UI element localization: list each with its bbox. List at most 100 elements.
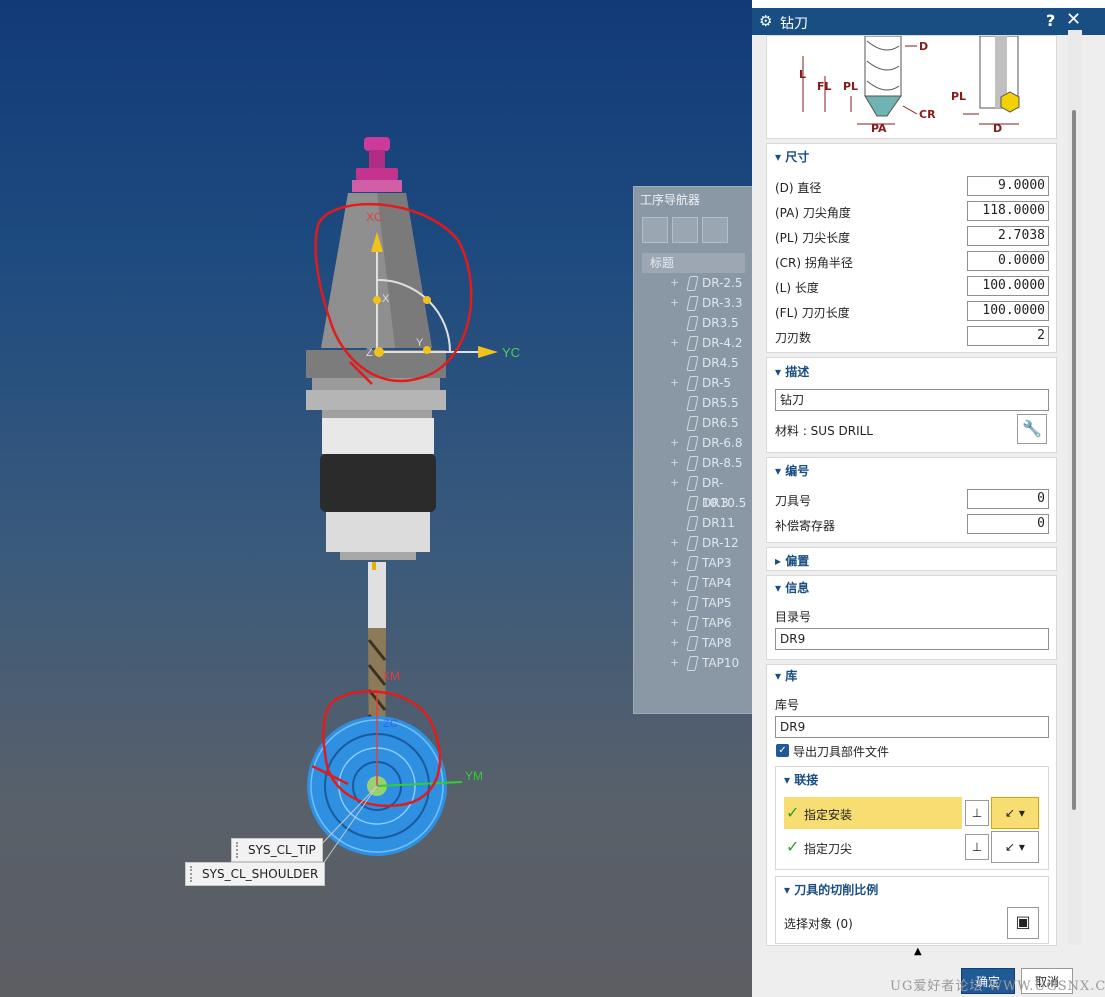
- dimension-label: 刀刃数: [775, 331, 812, 345]
- navigator-row[interactable]: + TAP6: [642, 613, 745, 633]
- drill-tool-icon: [686, 456, 699, 471]
- navigator-row[interactable]: + DR-2.5: [642, 273, 745, 293]
- drill-tool-icon: [686, 656, 699, 671]
- close-button[interactable]: ✕: [1066, 9, 1081, 30]
- library-number-input[interactable]: DR9: [775, 716, 1049, 738]
- navigator-row[interactable]: DR4.5: [642, 353, 745, 373]
- navigator-row[interactable]: + DR-3.3: [642, 293, 745, 313]
- scrollbar-thumb[interactable]: [1072, 110, 1076, 810]
- yc-axis-arrow[interactable]: [478, 346, 498, 358]
- drag-grip-icon[interactable]: [236, 842, 243, 858]
- navigator-row[interactable]: + DR-8.5: [642, 453, 745, 473]
- navigator-row[interactable]: DR6.5: [642, 413, 745, 433]
- csys-dialog-icon[interactable]: ⊥: [965, 800, 989, 826]
- dimensions-section-header[interactable]: ▾ 尺寸: [775, 148, 809, 165]
- drill-dimension-diagram: D L FL PL CR PA PL D: [799, 35, 1020, 135]
- drag-grip-icon[interactable]: [190, 866, 197, 882]
- diagram-label-d-side: D: [993, 122, 1002, 135]
- navigator-row[interactable]: DR10.5: [642, 493, 746, 513]
- drill-tool-icon: [686, 356, 699, 371]
- dimension-input[interactable]: 100.0000: [967, 301, 1049, 321]
- csys-dropdown[interactable]: ↙ ▾: [991, 831, 1039, 863]
- navigator-row[interactable]: + DR-4.2: [642, 333, 745, 353]
- catalog-number-input[interactable]: DR9: [775, 628, 1049, 650]
- info-section-header[interactable]: ▾ 信息: [775, 579, 809, 596]
- dimension-input[interactable]: 100.0000: [967, 276, 1049, 296]
- link-section-header[interactable]: ▾ 联接: [784, 771, 818, 788]
- machine-tool-view-icon[interactable]: [672, 217, 698, 243]
- navigator-tree: + DR-2.5 + DR-3.3 DR3.5 + DR-4.2 DR4.5 + DR-5 DR5.…: [642, 273, 746, 673]
- dimension-label: (CR) 拐角半径: [775, 256, 853, 270]
- expand-icon[interactable]: +: [670, 433, 679, 453]
- drill-tool-icon: [686, 476, 699, 491]
- navigator-row[interactable]: DR3.5: [642, 313, 745, 333]
- export-checkbox[interactable]: ✓: [776, 744, 789, 757]
- navigator-row[interactable]: DR11: [642, 513, 745, 533]
- tool-number-input[interactable]: 0: [967, 489, 1049, 509]
- wrench-icon[interactable]: 🔧: [1017, 414, 1047, 444]
- scroll-up-arrow-icon[interactable]: ▲: [914, 946, 922, 957]
- dialog-scrollbar[interactable]: [1068, 30, 1082, 945]
- navigator-row-label: DR-6.8: [702, 436, 743, 450]
- expand-icon[interactable]: +: [670, 333, 679, 353]
- expand-icon[interactable]: +: [670, 293, 679, 313]
- program-order-view-icon[interactable]: [642, 217, 668, 243]
- operation-navigator[interactable]: 工序导航器 标题 + DR-2.5 + DR-3.3 DR3.5 + DR-4.2 DR4.5…: [633, 186, 754, 714]
- expand-icon[interactable]: +: [670, 553, 679, 573]
- expand-icon[interactable]: +: [670, 373, 679, 393]
- csys-dialog-icon[interactable]: ⊥: [965, 834, 989, 860]
- navigator-row[interactable]: + TAP5: [642, 593, 745, 613]
- diagram-label-cr: CR: [919, 108, 936, 121]
- dialog-title-bar[interactable]: ⚙ 钻刀 ? ✕: [752, 8, 1105, 35]
- origin-handle[interactable]: [374, 347, 384, 357]
- expand-icon[interactable]: +: [670, 573, 679, 593]
- dimension-input[interactable]: 0.0000: [967, 251, 1049, 271]
- dimension-label: (PA) 刀尖角度: [775, 206, 851, 220]
- expand-icon[interactable]: +: [670, 653, 679, 673]
- dialog-title: 钻刀: [780, 16, 808, 32]
- expand-icon[interactable]: +: [670, 593, 679, 613]
- navigator-row[interactable]: + DR-5: [642, 373, 745, 393]
- navigator-row-label: TAP4: [702, 576, 732, 590]
- dimension-label: (PL) 刀尖长度: [775, 231, 851, 245]
- expand-icon[interactable]: +: [670, 473, 679, 493]
- navigator-row[interactable]: + TAP4: [642, 573, 745, 593]
- expand-icon[interactable]: +: [670, 453, 679, 473]
- gear-icon: ⚙: [759, 12, 773, 30]
- cut-ratio-section-header[interactable]: ▾ 刀具的切削比例: [784, 881, 878, 898]
- drill-shank: [368, 562, 386, 628]
- navigator-row[interactable]: + TAP8: [642, 633, 745, 653]
- expand-icon[interactable]: +: [670, 533, 679, 553]
- csys-dropdown[interactable]: ↙ ▾: [991, 797, 1039, 829]
- navigator-row[interactable]: + TAP3: [642, 553, 745, 573]
- sys-cl-tip-tag[interactable]: SYS_CL_TIP: [231, 838, 323, 862]
- specify-mount-label: 指定安装: [804, 808, 853, 822]
- drill-tool-icon: [686, 376, 699, 391]
- dimension-input[interactable]: 2.7038: [967, 226, 1049, 246]
- description-input[interactable]: 钻刀: [775, 389, 1049, 411]
- dimension-input[interactable]: 2: [967, 326, 1049, 346]
- select-object-cube-icon[interactable]: ▣: [1007, 907, 1039, 939]
- navigator-row[interactable]: + DR-12: [642, 533, 745, 553]
- expand-icon[interactable]: +: [670, 613, 679, 633]
- navigator-row-label: TAP3: [702, 556, 732, 570]
- dimension-input[interactable]: 118.0000: [967, 201, 1049, 221]
- comp-register-input[interactable]: 0: [967, 514, 1049, 534]
- navigator-row[interactable]: + DR-6.8: [642, 433, 745, 453]
- offset-section-header[interactable]: ▸ 偏置: [775, 552, 809, 569]
- description-section-header[interactable]: ▾ 描述: [775, 363, 809, 380]
- drill-tool-icon: [686, 596, 699, 611]
- library-section-header[interactable]: ▾ 库: [775, 667, 797, 684]
- sys-cl-shoulder-tag[interactable]: SYS_CL_SHOULDER: [185, 862, 326, 886]
- check-icon: ✓: [786, 837, 800, 856]
- dimension-input[interactable]: 9.0000: [967, 176, 1049, 196]
- expand-icon[interactable]: +: [670, 273, 679, 293]
- help-button[interactable]: ?: [1046, 11, 1055, 30]
- geometry-view-icon[interactable]: [702, 217, 728, 243]
- navigator-row[interactable]: DR5.5: [642, 393, 745, 413]
- navigator-row[interactable]: + TAP10: [642, 653, 745, 673]
- dimension-label: (L) 长度: [775, 281, 819, 295]
- expand-icon[interactable]: +: [670, 633, 679, 653]
- numbering-section-header[interactable]: ▾ 编号: [775, 462, 809, 479]
- navigator-row[interactable]: + DR-10.3: [642, 473, 745, 510]
